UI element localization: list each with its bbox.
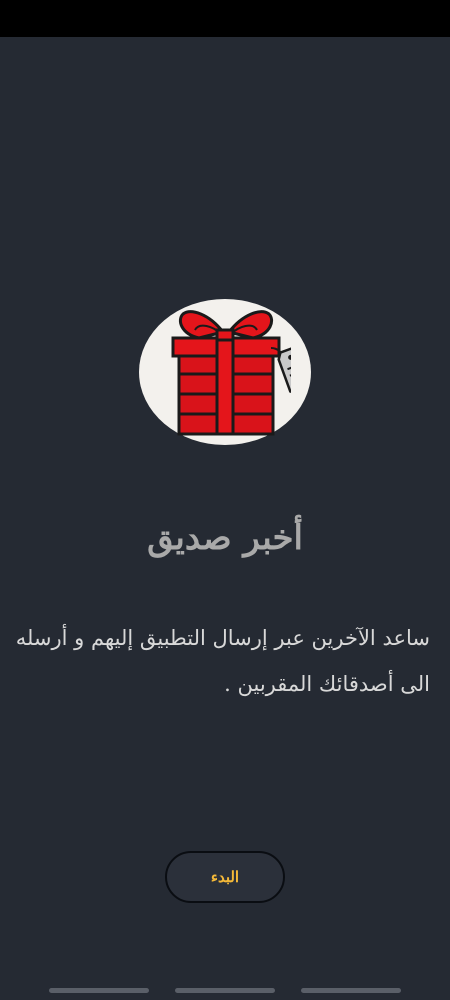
page-title: أخبر صديق xyxy=(147,518,303,558)
page-indicator-2[interactable] xyxy=(175,988,275,993)
gift-icon-circle xyxy=(139,299,311,445)
start-button[interactable]: البدء xyxy=(165,851,285,903)
status-bar xyxy=(0,0,450,37)
page-indicator-3[interactable] xyxy=(301,988,401,993)
gift-icon xyxy=(171,310,291,436)
page-indicators xyxy=(0,988,450,994)
page-description: ساعد الآخرين عبر إرسال التطبيق إليهم و أ… xyxy=(15,626,430,696)
page-indicator-1[interactable] xyxy=(49,988,149,993)
